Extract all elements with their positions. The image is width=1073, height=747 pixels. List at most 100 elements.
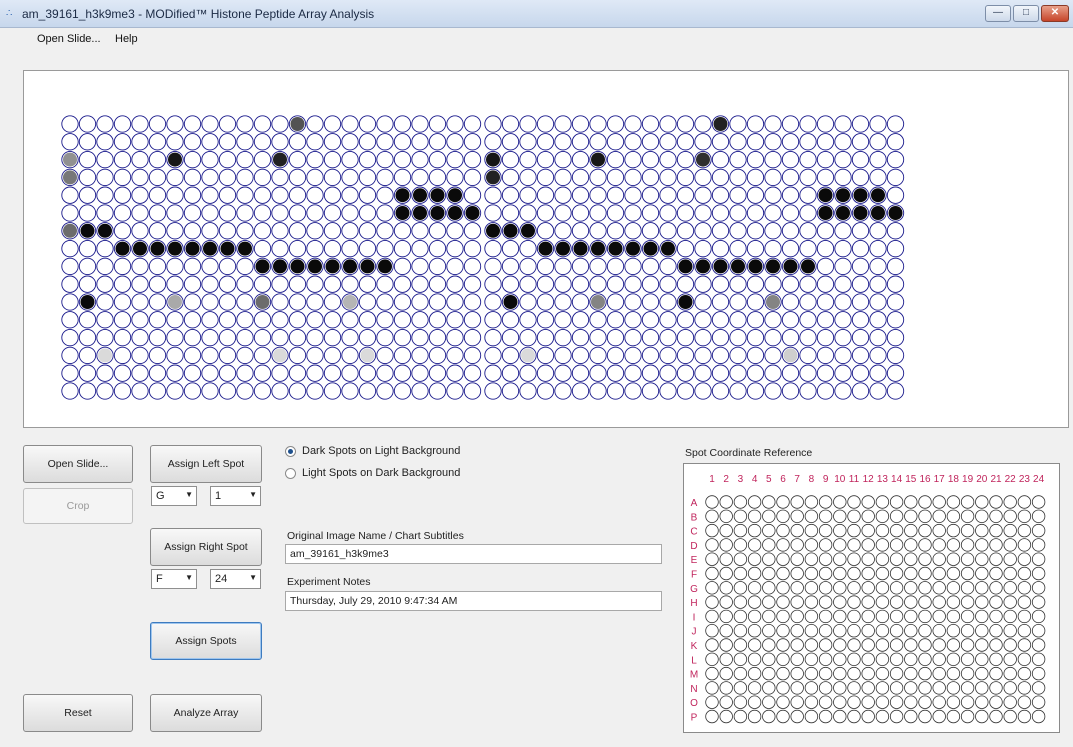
array-spot — [536, 257, 555, 276]
array-spot — [341, 275, 359, 293]
light-spots-radio[interactable]: Light Spots on Dark Background — [285, 467, 460, 479]
array-spot — [113, 346, 132, 365]
reference-spot — [762, 623, 776, 638]
array-spot — [641, 346, 660, 365]
array-spot — [816, 150, 835, 169]
array-spot-signal — [556, 241, 570, 256]
array-spot — [218, 150, 237, 169]
array-spot — [764, 222, 782, 240]
dark-spots-radio[interactable]: Dark Spots on Light Background — [285, 445, 460, 457]
array-spot — [428, 222, 447, 240]
assign-left-spot-button[interactable]: Assign Left Spot — [150, 445, 262, 483]
menu-open-slide[interactable]: Open Slide... — [37, 33, 101, 45]
reference-spot — [1031, 595, 1046, 609]
reference-spot — [705, 523, 719, 538]
analyze-array-button[interactable]: Analyze Array — [150, 694, 262, 732]
reference-spot — [875, 681, 890, 695]
maximize-icon[interactable]: □ — [1013, 5, 1039, 22]
menu-help[interactable]: Help — [115, 33, 138, 45]
close-icon[interactable]: ✕ — [1041, 5, 1069, 22]
array-spot — [816, 168, 835, 187]
array-spot — [746, 293, 765, 311]
array-spot — [113, 115, 132, 133]
array-spot — [288, 239, 307, 258]
array-spot — [711, 186, 730, 204]
reference-column-label: 19 — [962, 474, 974, 485]
array-spot — [341, 382, 359, 400]
array-spot — [589, 257, 607, 276]
array-spot — [446, 275, 464, 293]
array-spot — [358, 239, 377, 258]
assign-spots-button[interactable]: Assign Spots — [150, 622, 262, 660]
array-spot — [323, 186, 342, 204]
array-spot — [501, 204, 520, 222]
array-spot — [501, 364, 520, 382]
left-spot-col-select[interactable]: 1 ▼ — [210, 486, 261, 506]
reference-spot — [904, 623, 918, 638]
reference-spot — [875, 552, 890, 566]
array-spot — [218, 311, 237, 329]
array-spot-signal — [608, 241, 623, 256]
array-spot — [659, 311, 677, 329]
reference-column-label: 4 — [752, 474, 758, 485]
array-spot — [411, 150, 429, 169]
left-spot-row-select[interactable]: G ▼ — [151, 486, 197, 506]
assign-right-spot-button[interactable]: Assign Right Spot — [150, 528, 262, 566]
array-spot — [61, 257, 79, 276]
array-spot — [571, 150, 590, 169]
reference-spot — [932, 638, 946, 652]
reference-spot — [861, 609, 875, 624]
reference-spot — [989, 681, 1003, 695]
array-spot — [288, 186, 307, 204]
array-spot — [554, 311, 572, 329]
array-spot-signal — [115, 241, 130, 256]
array-spot — [358, 186, 377, 204]
reference-spot — [904, 681, 918, 695]
crop-button[interactable]: Crop — [23, 488, 133, 524]
right-spot-col-value: 24 — [215, 573, 228, 585]
array-spot — [288, 168, 307, 187]
array-spot — [554, 133, 572, 151]
array-spot — [376, 204, 394, 222]
slide-image-viewer[interactable] — [23, 70, 1069, 428]
reference-column-label: 2 — [723, 474, 729, 485]
reference-spot — [960, 523, 975, 538]
reference-spot — [762, 681, 776, 695]
reference-spot — [790, 652, 804, 667]
array-spot — [183, 275, 202, 293]
reference-spot — [776, 523, 790, 538]
array-spot — [764, 168, 782, 187]
array-spot — [589, 222, 607, 240]
image-name-field[interactable]: am_39161_h3k9me3 — [285, 544, 662, 564]
reference-spot — [889, 609, 904, 624]
array-spot — [253, 168, 272, 187]
array-spot — [358, 275, 377, 293]
reference-spot — [861, 666, 875, 681]
reference-spot — [747, 652, 762, 667]
reference-spot — [904, 595, 918, 609]
reference-spot — [719, 566, 733, 581]
array-spot — [641, 133, 660, 151]
array-spot — [376, 346, 394, 365]
array-spot-signal — [168, 152, 182, 167]
right-spot-row-select[interactable]: F ▼ — [151, 569, 197, 589]
reference-spot — [904, 709, 918, 724]
minimize-icon[interactable]: — — [985, 5, 1011, 22]
array-spot — [96, 382, 114, 400]
experiment-notes-field[interactable]: Thursday, July 29, 2010 9:47:34 AM — [285, 591, 662, 611]
open-slide-button[interactable]: Open Slide... — [23, 445, 133, 483]
array-spot — [323, 133, 342, 151]
right-spot-col-select[interactable]: 24 ▼ — [210, 569, 261, 589]
array-spot-signal — [678, 259, 693, 274]
array-spot — [659, 275, 677, 293]
reference-spot — [733, 609, 748, 624]
reference-spot — [705, 552, 719, 566]
reference-spot — [733, 552, 748, 566]
array-spot — [148, 133, 167, 151]
array-spot — [96, 186, 114, 204]
array-spot — [253, 150, 272, 169]
array-spot — [446, 150, 464, 169]
array-spot — [799, 115, 817, 133]
reference-spot — [847, 523, 861, 538]
reset-button[interactable]: Reset — [23, 694, 133, 732]
